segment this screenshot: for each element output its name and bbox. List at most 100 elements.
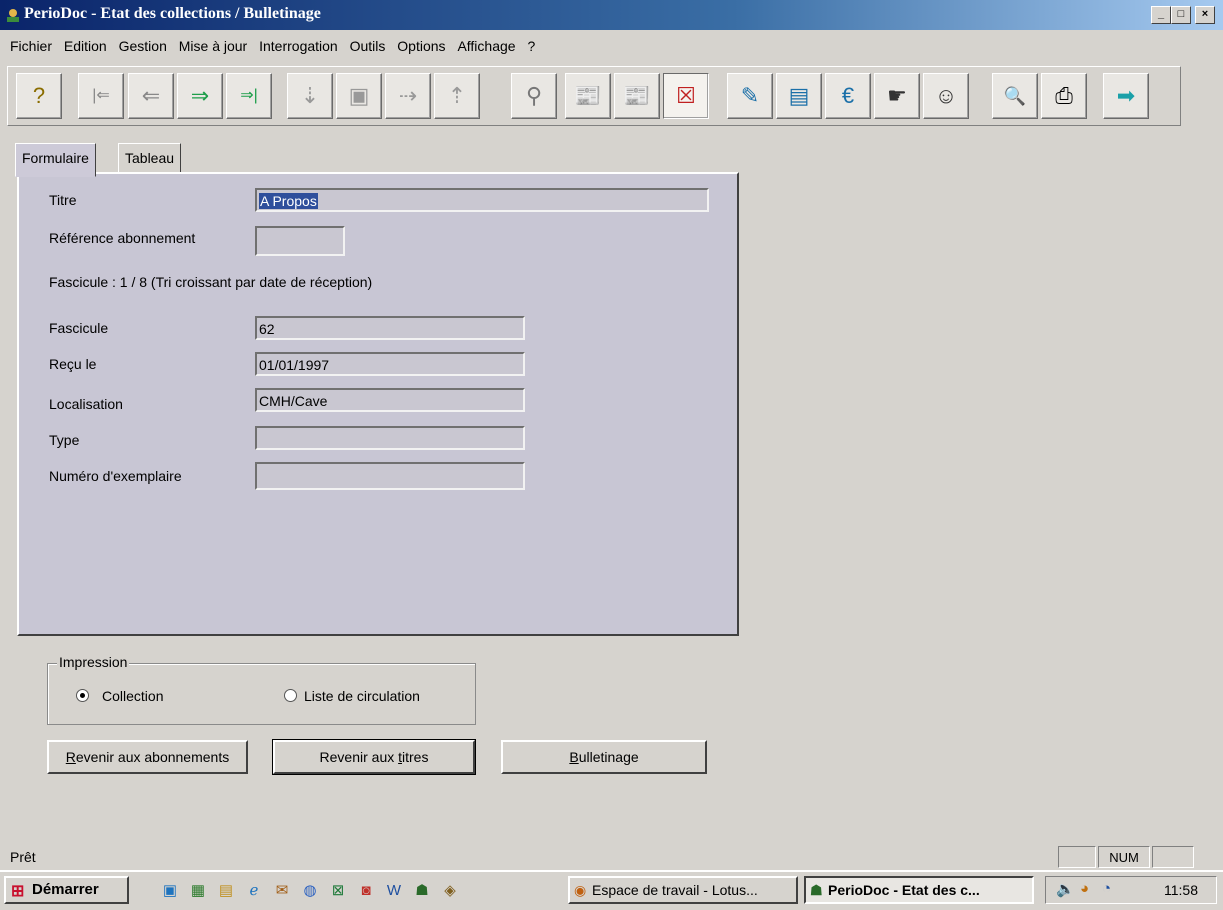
fascicule-label: Fascicule <box>49 320 109 336</box>
collection-label[interactable]: Collection <box>102 688 163 704</box>
find-icon: ⚲ <box>525 83 543 108</box>
recu-label: Reçu le <box>49 356 97 372</box>
status-text: Prêt <box>10 849 36 865</box>
save-record-icon: ▣ <box>348 83 370 108</box>
menu-fichier[interactable]: Fichier <box>10 38 52 54</box>
checklist-icon: ☒ <box>676 83 696 108</box>
numero-field[interactable] <box>255 462 525 490</box>
close-button[interactable]: × <box>1195 6 1215 24</box>
previous-record-icon: ⇐ <box>141 83 161 108</box>
tab-tableau[interactable]: Tableau <box>118 143 182 175</box>
preview-icon: 🔍 <box>1003 86 1027 106</box>
tray-app-icon[interactable]: ◕ <box>1080 880 1089 897</box>
liste-circulation-label[interactable]: Liste de circulation <box>304 688 420 704</box>
person-button[interactable]: ☺ <box>923 73 969 119</box>
revenir-titres-button[interactable]: Revenir aux titres <box>272 739 476 775</box>
impression-legend: Impression <box>57 654 130 670</box>
checklist-button[interactable]: ☒ <box>663 73 709 119</box>
help-icon: ? <box>32 83 46 108</box>
exit-button[interactable]: ➡ <box>1103 73 1149 119</box>
last-record-button[interactable]: ⇒| <box>226 73 272 119</box>
newspaper-button[interactable]: 📰 <box>565 73 611 119</box>
next-record-button[interactable]: ⇒ <box>177 73 223 119</box>
records-icon: ▤ <box>788 83 810 108</box>
fascicule-field[interactable]: 62 <box>255 316 525 340</box>
duplicate-record-button[interactable]: ⇢ <box>385 73 431 119</box>
window-title: PerioDoc - Etat des collections / Bullet… <box>24 5 321 22</box>
status-pane-empty <box>1058 846 1096 868</box>
last-record-icon: ⇒| <box>240 87 258 104</box>
hand-pointer-button[interactable]: ☛ <box>874 73 920 119</box>
mail-icon[interactable]: ✉ <box>272 880 292 900</box>
quicklaunch-app-icon[interactable]: ▦ <box>188 880 208 900</box>
titre-field[interactable]: A Propos <box>255 188 709 212</box>
reference-field[interactable] <box>255 226 345 256</box>
minimize-button[interactable]: _ <box>1151 6 1171 24</box>
print-icon: ⎙ <box>1055 83 1073 108</box>
insert-record-icon: ⇣ <box>300 83 320 108</box>
titre-value: A Propos <box>259 193 318 209</box>
bulletinage-button[interactable]: Bulletinage <box>501 740 707 774</box>
previous-record-button[interactable]: ⇐ <box>128 73 174 119</box>
menu-gestion[interactable]: Gestion <box>119 38 167 54</box>
title-bar[interactable]: PerioDoc - Etat des collections / Bullet… <box>0 0 1223 30</box>
menu-affichage[interactable]: Affichage <box>457 38 515 54</box>
internet-explorer-icon[interactable]: ℯ <box>244 880 264 900</box>
records-button[interactable]: ▤ <box>776 73 822 119</box>
globe-icon[interactable]: ◍ <box>300 880 320 900</box>
maximize-button[interactable]: □ <box>1171 6 1191 24</box>
menu-bar: Fichier Edition Gestion Mise à jour Inte… <box>0 38 537 60</box>
preview-button[interactable]: 🔍 <box>992 73 1038 119</box>
recu-field[interactable]: 01/01/1997 <box>255 352 525 376</box>
menu-options[interactable]: Options <box>397 38 445 54</box>
start-button[interactable]: ⊞ Démarrer <box>4 876 129 904</box>
shield-icon[interactable]: ◈ <box>440 880 460 900</box>
menu-help[interactable]: ? <box>527 38 535 54</box>
volume-icon[interactable]: 🔈 <box>1056 880 1075 898</box>
titre-label: Titre <box>49 192 77 208</box>
status-pane-empty-2 <box>1152 846 1194 868</box>
menu-edition[interactable]: Edition <box>64 38 107 54</box>
newspapers-button[interactable]: 📰 <box>614 73 660 119</box>
impression-group: Impression Collection Liste de circulati… <box>47 654 476 725</box>
menu-mise-a-jour[interactable]: Mise à jour <box>179 38 247 54</box>
tray-sync-icon[interactable]: ◔ <box>1102 880 1111 897</box>
edit-note-icon: ✎ <box>740 83 760 108</box>
excel-icon[interactable]: ⊠ <box>328 880 348 900</box>
clock: 11:58 <box>1164 882 1198 898</box>
periodoc-task-icon: ☗ <box>810 882 823 898</box>
num-indicator: NUM <box>1098 846 1150 868</box>
type-field[interactable] <box>255 426 525 450</box>
edit-note-button[interactable]: ✎ <box>727 73 773 119</box>
reference-label: Référence abonnement <box>49 230 196 246</box>
hand-pointer-icon: ☛ <box>887 83 907 108</box>
powerpoint-icon[interactable]: ◙ <box>356 880 376 900</box>
word-icon[interactable]: W <box>384 880 404 900</box>
explorer-icon[interactable]: ▤ <box>216 880 236 900</box>
show-desktop-icon[interactable]: ▣ <box>160 880 180 900</box>
periodoc-quicklaunch-icon[interactable]: ☗ <box>412 880 432 900</box>
windows-logo-icon: ⊞ <box>11 883 25 900</box>
task-periodoc[interactable]: ☗ PerioDoc - Etat des c... <box>804 876 1034 904</box>
tab-formulaire[interactable]: Formulaire <box>15 143 96 177</box>
menu-outils[interactable]: Outils <box>350 38 386 54</box>
euro-button[interactable]: € <box>825 73 871 119</box>
liste-circulation-radio[interactable] <box>284 689 297 702</box>
insert-record-button[interactable]: ⇣ <box>287 73 333 119</box>
collection-radio[interactable] <box>76 689 89 702</box>
menu-interrogation[interactable]: Interrogation <box>259 38 338 54</box>
localisation-field[interactable]: CMH/Cave <box>255 388 525 412</box>
status-bar: Prêt <box>0 843 1223 869</box>
save-record-button[interactable]: ▣ <box>336 73 382 119</box>
find-button[interactable]: ⚲ <box>511 73 557 119</box>
task-lotus[interactable]: ◉ Espace de travail - Lotus... <box>568 876 798 904</box>
revenir-abonnements-button[interactable]: Revenir aux abonnements <box>47 740 248 774</box>
help-button[interactable]: ? <box>16 73 62 119</box>
type-label: Type <box>49 432 80 448</box>
localisation-label: Localisation <box>49 396 123 412</box>
print-button[interactable]: ⎙ <box>1041 73 1087 119</box>
first-record-button[interactable]: |⇐ <box>78 73 124 119</box>
person-icon: ☺ <box>934 83 958 108</box>
delete-record-button[interactable]: ⇡ <box>434 73 480 119</box>
newspaper-icon: 📰 <box>574 83 602 108</box>
